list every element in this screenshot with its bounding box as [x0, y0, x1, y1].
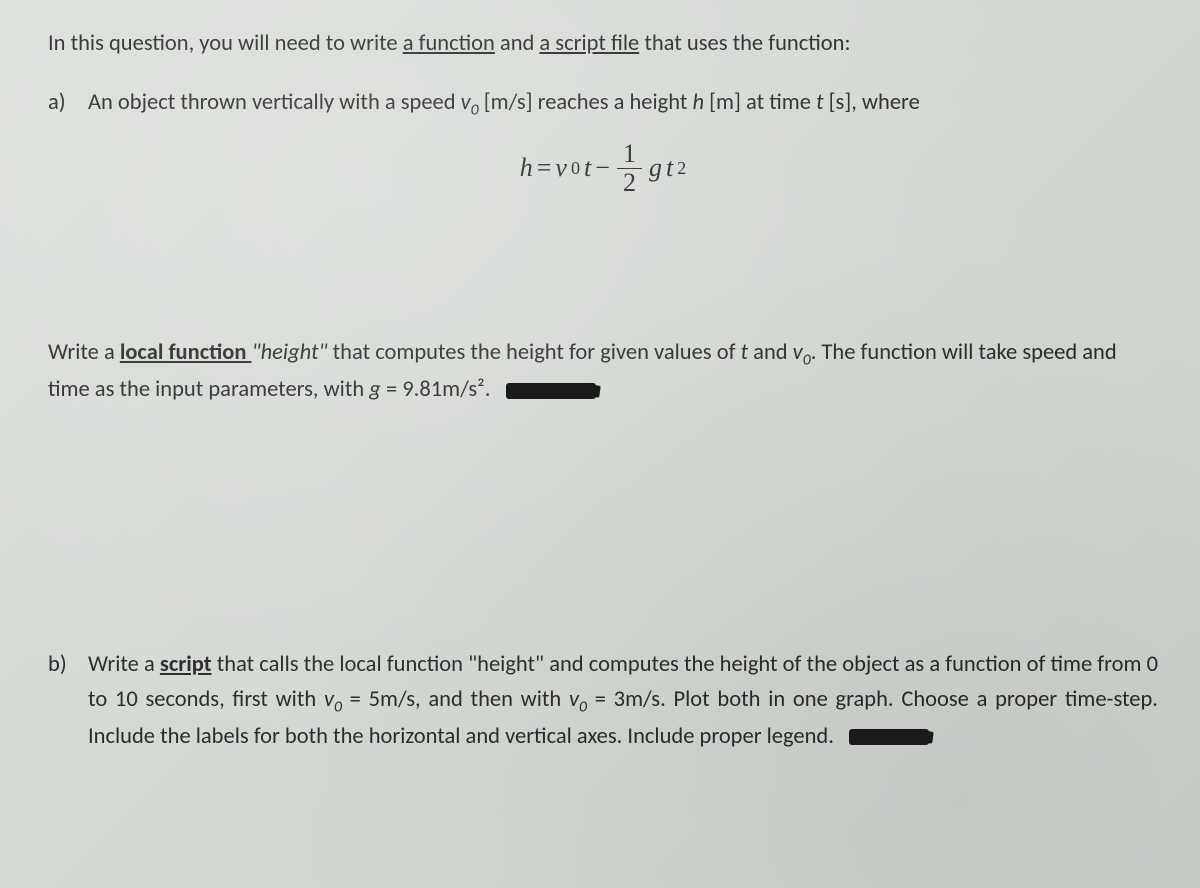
intro-link-function: a function	[403, 30, 495, 57]
eq-minus: −	[595, 153, 610, 183]
pa-t2: [m/s] reaches a height	[479, 89, 693, 116]
mp-height: height	[261, 339, 319, 366]
pa-t1: An object thrown vertically with a speed	[88, 89, 461, 116]
eq-v: v	[555, 153, 567, 183]
eq-frac-num: 1	[617, 140, 642, 168]
mp-q1: "	[252, 339, 261, 366]
mp-1: Write a	[48, 339, 120, 366]
intro-mid: and	[495, 30, 540, 57]
part-b: b) Write a script that calls the local f…	[48, 648, 1158, 755]
pb-script: script	[160, 651, 212, 678]
equation: h = v0t − 1 2 gt2	[48, 140, 1158, 196]
pa-t3: [m] at time	[704, 89, 816, 116]
pb-v1v: v	[324, 686, 334, 713]
pa-v0-sub: 0	[471, 100, 479, 119]
mp-g: g	[369, 376, 381, 403]
part-b-label: b)	[48, 648, 88, 755]
intro-prefix: In this question, you will need to write	[48, 30, 403, 57]
pb-v2v: v	[569, 686, 579, 713]
eq-sq: 2	[677, 158, 686, 179]
document-page: In this question, you will need to write…	[0, 0, 1200, 888]
eq-equals: =	[537, 153, 552, 183]
intro-link-script: a script file	[539, 30, 639, 57]
pa-t: t	[816, 89, 824, 116]
eq-t2: t	[666, 153, 673, 183]
pa-h: h	[692, 89, 704, 116]
pb-v2s: 0	[579, 697, 587, 716]
eq-frac: 1 2	[617, 140, 642, 196]
redaction-mark-1	[506, 383, 596, 399]
mp-q2: "	[319, 339, 328, 366]
part-a-body: An object thrown vertically with a speed…	[88, 86, 1158, 123]
redaction-mark-2	[849, 729, 929, 745]
mp-localfn: local function	[120, 339, 252, 366]
intro-suffix: that uses the function:	[639, 30, 850, 57]
mp-5: = 9.81m/s².	[381, 376, 496, 403]
mp-v0s: 0	[803, 351, 811, 370]
pa-t4: [s], where	[824, 89, 920, 116]
eq-v-sub: 0	[571, 158, 580, 179]
mid-paragraph: Write a local function "height" that com…	[48, 336, 1158, 408]
pb-v1s: 0	[334, 697, 342, 716]
eq-frac-den: 2	[617, 169, 642, 196]
intro-line: In this question, you will need to write…	[48, 28, 1158, 60]
pb-3: = 5m/s, and then with	[342, 686, 569, 713]
part-a: a) An object thrown vertically with a sp…	[48, 86, 1158, 123]
mp-3: and	[748, 339, 793, 366]
mp-2: that computes the height for given value…	[328, 339, 741, 366]
pb-1: Write a	[88, 651, 160, 678]
part-a-label: a)	[48, 86, 88, 123]
eq-g: g	[649, 153, 662, 183]
mp-v0v: v	[793, 339, 803, 366]
mp-t: t	[741, 339, 749, 366]
pa-v0-v: v	[461, 89, 471, 116]
eq-h: h	[520, 153, 533, 183]
eq-t1: t	[584, 153, 591, 183]
part-b-body: Write a script that calls the local func…	[88, 648, 1158, 755]
